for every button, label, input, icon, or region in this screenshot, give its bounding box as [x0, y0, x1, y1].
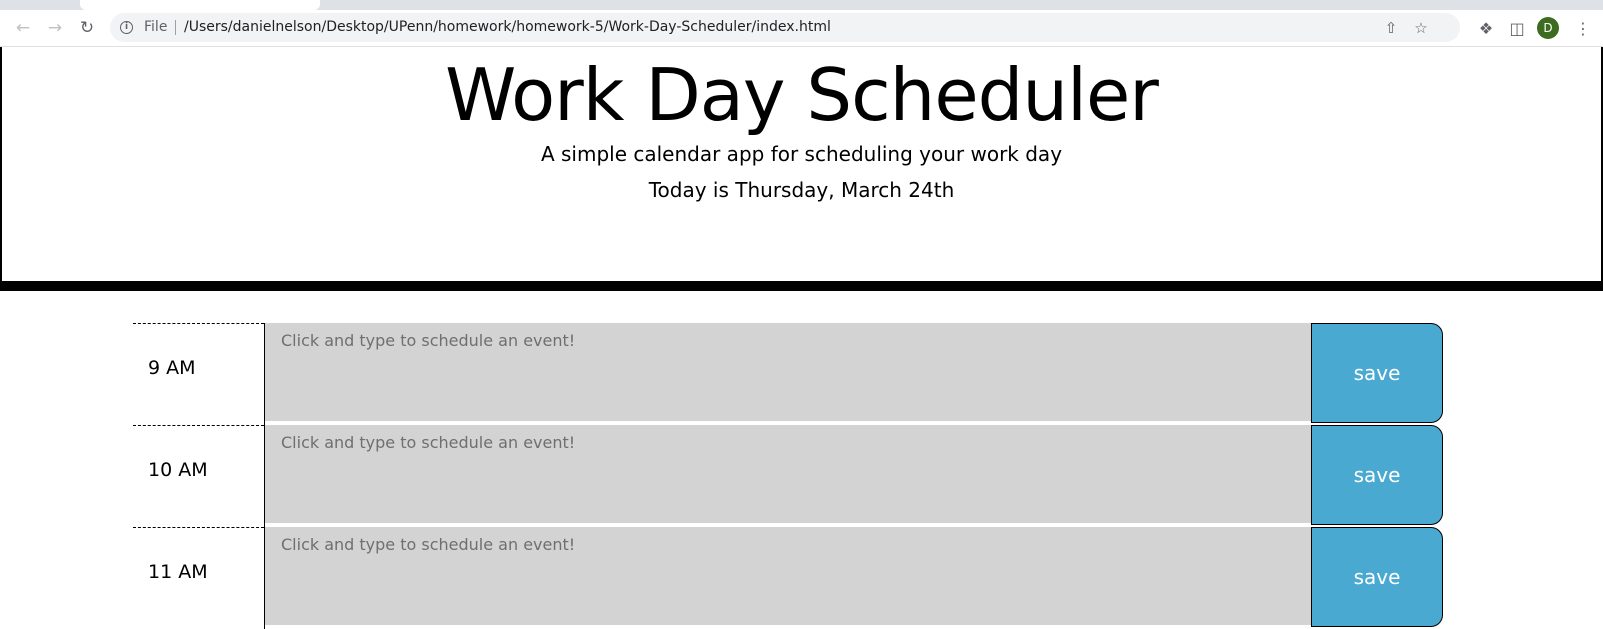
save-button[interactable]: save [1311, 527, 1443, 627]
page-subtitle: A simple calendar app for scheduling you… [540, 142, 1063, 166]
time-block-row: 9 AM save [133, 323, 1443, 425]
hour-label-cell: 9 AM [133, 323, 264, 425]
side-panel-icon[interactable]: ◫ [1502, 10, 1532, 46]
omnibox-separator [175, 20, 176, 35]
page-title: Work Day Scheduler [445, 53, 1159, 137]
forward-arrow-icon[interactable]: → [40, 10, 70, 46]
page-content: Work Day Scheduler A simple calendar app… [0, 47, 1603, 629]
info-icon[interactable]: i [120, 21, 133, 34]
hour-label-cell: 11 AM [133, 527, 264, 629]
star-icon[interactable]: ☆ [1408, 13, 1434, 42]
tab-strip [0, 0, 1603, 10]
event-description-input[interactable] [265, 323, 1311, 423]
header-divider [0, 281, 1603, 291]
kebab-menu-icon[interactable]: ⋮ [1568, 10, 1598, 46]
profile-avatar[interactable]: D [1537, 17, 1559, 39]
reload-icon[interactable]: ↻ [72, 10, 102, 46]
hour-label-cell: 10 AM [133, 425, 264, 527]
current-day: Today is Thursday, March 24th [648, 178, 955, 202]
save-button[interactable]: save [1311, 425, 1443, 525]
url-text[interactable]: /Users/danielnelson/Desktop/UPenn/homewo… [184, 13, 831, 42]
puzzle-icon[interactable]: ❖ [1471, 10, 1501, 46]
save-button[interactable]: save [1311, 323, 1443, 423]
time-block-row: 10 AM save [133, 425, 1443, 527]
share-icon[interactable]: ⇧ [1378, 13, 1404, 42]
url-scheme-label: File [144, 19, 168, 35]
address-bar[interactable]: i File /Users/danielnelson/Desktop/UPenn… [110, 13, 1460, 42]
back-arrow-icon[interactable]: ← [8, 10, 38, 46]
event-description-input[interactable] [265, 527, 1311, 627]
jumbotron-header: Work Day Scheduler A simple calendar app… [2, 47, 1601, 281]
hour-label: 10 AM [148, 459, 208, 481]
hour-label: 11 AM [148, 561, 208, 583]
browser-toolbar: ← → ↻ i File /Users/danielnelson/Desktop… [0, 10, 1603, 47]
hour-label: 9 AM [148, 357, 196, 379]
time-block-row: 11 AM save [133, 527, 1443, 629]
active-tab[interactable] [80, 0, 320, 10]
event-description-input[interactable] [265, 425, 1311, 525]
